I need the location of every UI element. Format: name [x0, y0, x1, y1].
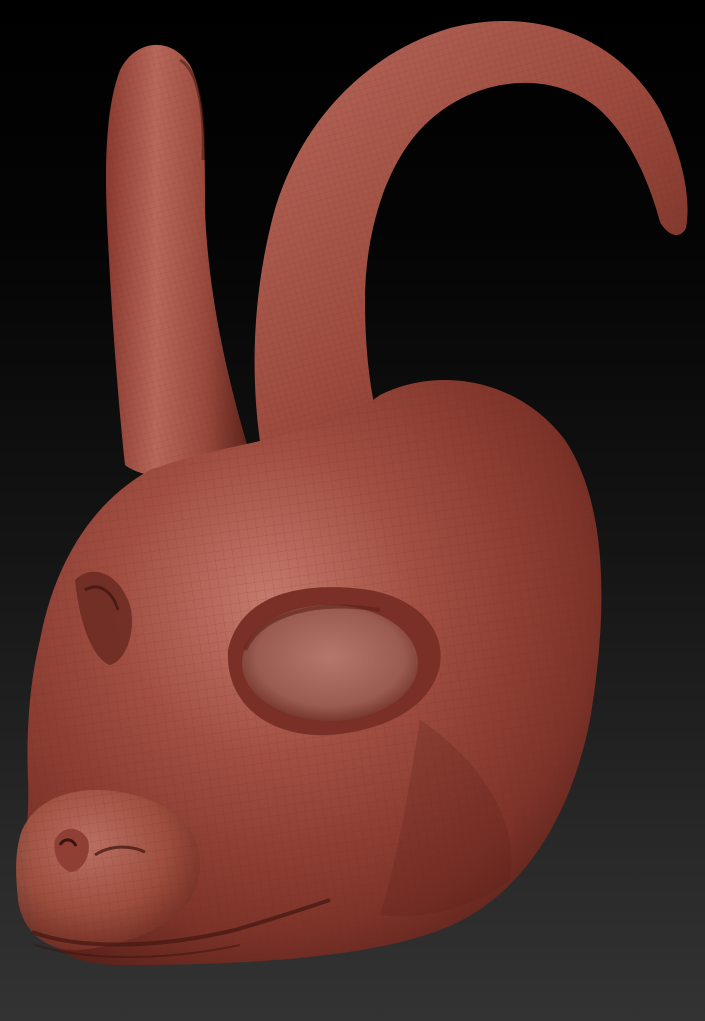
sculpt-viewport[interactable] — [0, 0, 705, 1021]
model-render[interactable] — [0, 0, 705, 1021]
left-horn — [105, 44, 248, 477]
